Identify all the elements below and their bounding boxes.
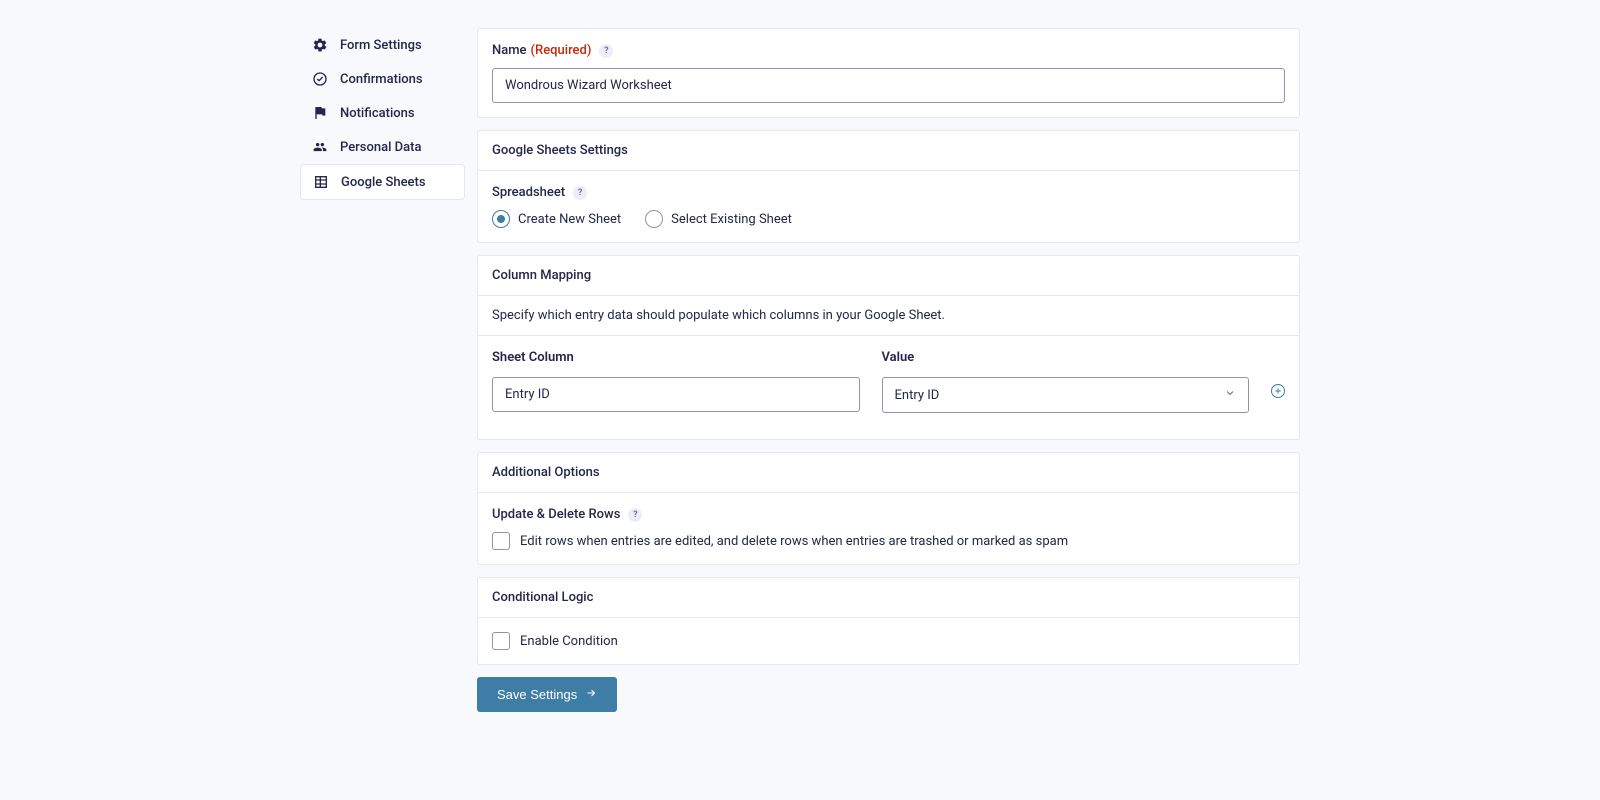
save-settings-button[interactable]: Save Settings: [477, 677, 617, 712]
people-icon: [312, 139, 328, 155]
value-select[interactable]: Entry ID: [882, 377, 1250, 413]
sidebar-item-personal-data[interactable]: Personal Data: [300, 130, 465, 164]
enable-condition-text: Enable Condition: [520, 634, 618, 649]
spreadsheet-label-row: Spreadsheet ?: [492, 185, 1285, 200]
conditional-logic-card: Conditional Logic Enable Condition: [477, 577, 1300, 665]
grid-icon: [313, 174, 329, 190]
arrow-right-icon: [585, 687, 597, 702]
sidebar-item-label: Form Settings: [340, 38, 422, 53]
radio-create-new[interactable]: Create New Sheet: [492, 210, 621, 228]
sidebar-item-label: Notifications: [340, 106, 415, 121]
update-delete-label-row: Update & Delete Rows ?: [492, 507, 1285, 522]
sheets-settings-card: Google Sheets Settings Spreadsheet ? Cre…: [477, 130, 1300, 243]
name-label: Name: [492, 43, 527, 58]
spreadsheet-label: Spreadsheet: [492, 185, 565, 200]
update-delete-checkbox[interactable]: [492, 532, 510, 550]
required-text: (Required): [531, 43, 592, 58]
enable-condition-checkbox[interactable]: [492, 632, 510, 650]
column-mapping-description: Specify which entry data should populate…: [478, 296, 1299, 336]
value-select-text: Entry ID: [895, 388, 940, 403]
radio-circle-icon: [492, 210, 510, 228]
additional-options-card: Additional Options Update & Delete Rows …: [477, 452, 1300, 565]
column-mapping-header: Column Mapping: [478, 256, 1299, 296]
sidebar-item-label: Google Sheets: [341, 175, 426, 190]
radio-circle-icon: [645, 210, 663, 228]
flag-icon: [312, 105, 328, 121]
sheets-settings-header: Google Sheets Settings: [478, 131, 1299, 171]
sheet-column-label: Sheet Column: [492, 350, 860, 365]
value-label: Value: [882, 350, 1250, 365]
help-icon[interactable]: ?: [599, 44, 613, 58]
additional-options-header: Additional Options: [478, 453, 1299, 493]
conditional-logic-header: Conditional Logic: [478, 578, 1299, 618]
sheet-column-input[interactable]: [492, 377, 860, 412]
help-icon[interactable]: ?: [628, 508, 642, 522]
update-delete-text: Edit rows when entries are edited, and d…: [520, 534, 1068, 549]
radio-label: Select Existing Sheet: [671, 212, 792, 227]
gear-icon: [312, 37, 328, 53]
sidebar-item-label: Confirmations: [340, 72, 423, 87]
radio-label: Create New Sheet: [518, 212, 621, 227]
update-delete-label: Update & Delete Rows: [492, 507, 620, 522]
save-button-label: Save Settings: [497, 687, 577, 702]
add-mapping-button[interactable]: [1271, 384, 1285, 398]
spreadsheet-radio-group: Create New Sheet Select Existing Sheet: [492, 210, 1285, 228]
sidebar-item-form-settings[interactable]: Form Settings: [300, 28, 465, 62]
sidebar-item-label: Personal Data: [340, 140, 421, 155]
name-label-row: Name (Required) ?: [492, 43, 1285, 58]
help-icon[interactable]: ?: [573, 186, 587, 200]
name-input[interactable]: [492, 68, 1285, 103]
radio-select-existing[interactable]: Select Existing Sheet: [645, 210, 792, 228]
sidebar-item-google-sheets[interactable]: Google Sheets: [300, 164, 465, 200]
check-circle-icon: [312, 71, 328, 87]
settings-sidebar: Form Settings Confirmations Notification…: [300, 28, 465, 200]
name-card: Name (Required) ?: [477, 28, 1300, 118]
sidebar-item-notifications[interactable]: Notifications: [300, 96, 465, 130]
chevron-down-icon: [1224, 387, 1236, 403]
sidebar-item-confirmations[interactable]: Confirmations: [300, 62, 465, 96]
column-mapping-card: Column Mapping Specify which entry data …: [477, 255, 1300, 440]
